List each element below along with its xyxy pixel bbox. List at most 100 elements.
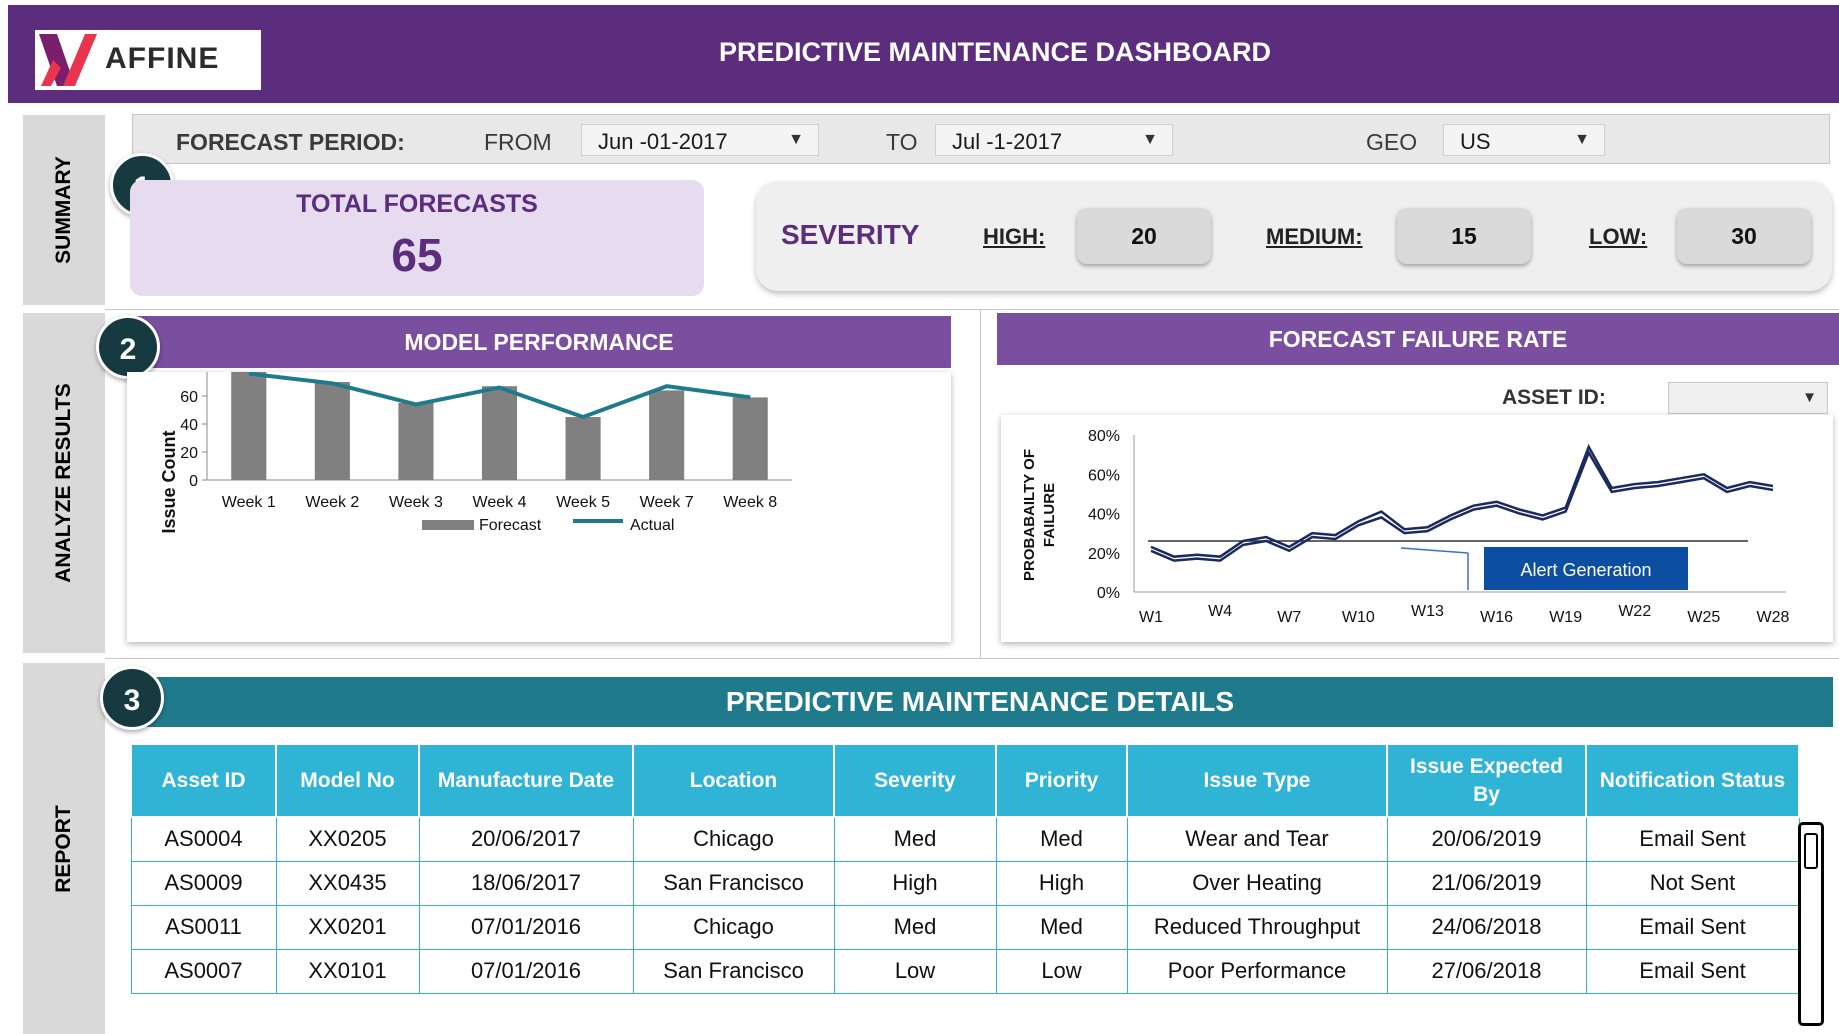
table-cell: Chicago [632,904,835,950]
forecast-bar [231,372,267,480]
table-cell: Email Sent [1585,948,1800,994]
severity-medium-label: MEDIUM: [1266,224,1363,249]
x-tick-label: W28 [1757,609,1790,626]
divider [980,310,981,658]
table-row[interactable]: AS0007 XX0101 07/01/2016 San Francisco Low Lo… [130,948,1800,994]
model-performance-chart-card: 0 20 40 60 Week 1 Week 2 Week 3 Week 4 Week 5 Wee… [127,371,951,642]
table-cell: San Francisco [632,860,835,906]
forecast-failure-rate-header: FORECAST FAILURE RATE [997,313,1839,365]
failure-probability-line [1150,449,1774,562]
table-cell: Email Sent [1585,816,1800,862]
chevron-down-icon: ▼ [1574,131,1590,148]
x-tick-label: Week 3 [389,494,443,511]
column-header[interactable]: Issue Type [1126,743,1388,818]
tab-report[interactable]: REPORT [23,663,105,1034]
geo-value: US [1460,129,1491,154]
x-tick-label: W10 [1342,609,1375,626]
forecast-bar [314,382,350,480]
table-cell: High [833,860,997,906]
from-date-value: Jun -01-2017 [598,129,728,154]
section-number-3: 3 [100,666,164,730]
forecast-bar [649,390,685,480]
table-cell: Med [995,904,1128,950]
y-tick-label: 60 [180,389,198,406]
severity-high-label: HIGH: [983,224,1046,249]
table-cell: Over Heating [1126,860,1388,906]
table-cell: Chicago [632,816,835,862]
column-header[interactable]: Severity [833,743,997,818]
failure-probability-line [1150,443,1774,558]
table-cell: XX0201 [275,904,420,950]
model-performance-chart: 0 20 40 60 Week 1 Week 2 Week 3 Week 4 Week 5 Wee… [159,371,792,534]
forecast-failure-chart: 0% 20% 40% 60% 80% W1 W4 W7 W10 W13 W16 W19 W22 W25 W2… [1021,428,1790,626]
column-header[interactable]: Priority [995,743,1128,818]
table-row[interactable]: AS0004 XX0205 20/06/2017 Chicago Med Med Wear … [130,816,1800,862]
scrollbar-thumb[interactable] [1804,833,1818,869]
table-cell: 18/06/2017 [418,860,634,906]
table-cell: AS0007 [130,948,277,994]
legend-forecast-swatch [422,520,474,530]
maintenance-table: Asset ID Model No Manufacture Date Location… [130,743,1800,994]
divider [105,309,1839,310]
x-tick-label: Week 2 [305,494,359,511]
table-cell: Reduced Throughput [1126,904,1388,950]
x-tick-label: W1 [1139,609,1163,626]
table-cell: Med [833,904,997,950]
table-cell: Email Sent [1585,904,1800,950]
table-cell: Med [995,816,1128,862]
to-date-value: Jul -1-2017 [952,129,1063,154]
legend-forecast-label: Forecast [479,517,542,534]
geo-dropdown[interactable]: US ▼ [1443,124,1605,156]
x-tick-label: W25 [1687,609,1720,626]
geo-label: GEO [1366,129,1418,155]
severity-panel: SEVERITY HIGH: 20 MEDIUM: 15 LOW: 30 [756,181,1832,291]
from-date-dropdown[interactable]: Jun -01-2017 ▼ [581,124,819,156]
tab-analyze-results[interactable]: ANALYZE RESULTS [23,313,105,653]
table-cell: XX0205 [275,816,420,862]
total-forecasts-label: TOTAL FORECASTS [296,190,538,218]
table-cell: 27/06/2018 [1386,948,1587,994]
forecast-period-bar: FORECAST PERIOD: FROM Jun -01-2017 ▼ TO … [132,114,1830,164]
vertical-scrollbar[interactable] [1798,822,1824,1026]
table-cell: 20/06/2019 [1386,816,1587,862]
y-axis-label: PROBABAILTY OF FAILURE [1021,449,1058,581]
x-tick-label: W7 [1277,609,1301,626]
chevron-down-icon: ▼ [1142,131,1158,148]
table-cell: XX0435 [275,860,420,906]
forecast-period-label: FORECAST PERIOD: [176,129,405,155]
legend-actual-label: Actual [630,517,674,534]
table-cell: AS0009 [130,860,277,906]
table-cell: AS0011 [130,904,277,950]
y-tick-label: 20% [1088,546,1120,563]
forecast-bar [398,403,434,480]
column-header[interactable]: Location [632,743,835,818]
severity-high-value: 20 [1077,208,1211,264]
forecast-failure-chart-card: 0% 20% 40% 60% 80% W1 W4 W7 W10 W13 W16 W19 W22 W25 W2… [1001,415,1833,642]
forecast-bar [481,386,518,480]
x-tick-label: Week 7 [640,494,694,511]
tab-summary[interactable]: SUMMARY [23,115,105,305]
y-tick-label: 0% [1097,585,1120,602]
column-header[interactable]: Manufacture Date [418,743,634,818]
column-header[interactable]: Asset ID [130,743,277,818]
forecast-bar [565,417,601,480]
x-tick-label: Week 4 [473,494,527,511]
table-row[interactable]: AS0011 XX0201 07/01/2016 Chicago Med Med Reduc… [130,904,1800,950]
column-header[interactable]: Notification Status [1585,743,1800,818]
affine-logo: AFFINE [35,30,261,90]
table-cell: San Francisco [632,948,835,994]
x-tick-label: W22 [1618,603,1651,620]
column-header[interactable]: Issue Expected By [1386,743,1587,818]
table-row[interactable]: AS0009 XX0435 18/06/2017 San Francisco High H… [130,860,1800,906]
y-tick-label: 40 [180,417,198,434]
tab-analyze-label: ANALYZE RESULTS [52,383,75,583]
table-cell: AS0004 [130,816,277,862]
y-tick-label: 40% [1088,507,1120,524]
table-cell: XX0101 [275,948,420,994]
column-header[interactable]: Model No [275,743,420,818]
severity-medium-value: 15 [1397,208,1531,264]
y-tick-label: 60% [1088,467,1120,484]
total-forecasts-card: TOTAL FORECASTS 65 [130,180,704,296]
asset-id-dropdown[interactable]: ▼ [1668,382,1828,414]
to-date-dropdown[interactable]: Jul -1-2017 ▼ [935,124,1173,156]
